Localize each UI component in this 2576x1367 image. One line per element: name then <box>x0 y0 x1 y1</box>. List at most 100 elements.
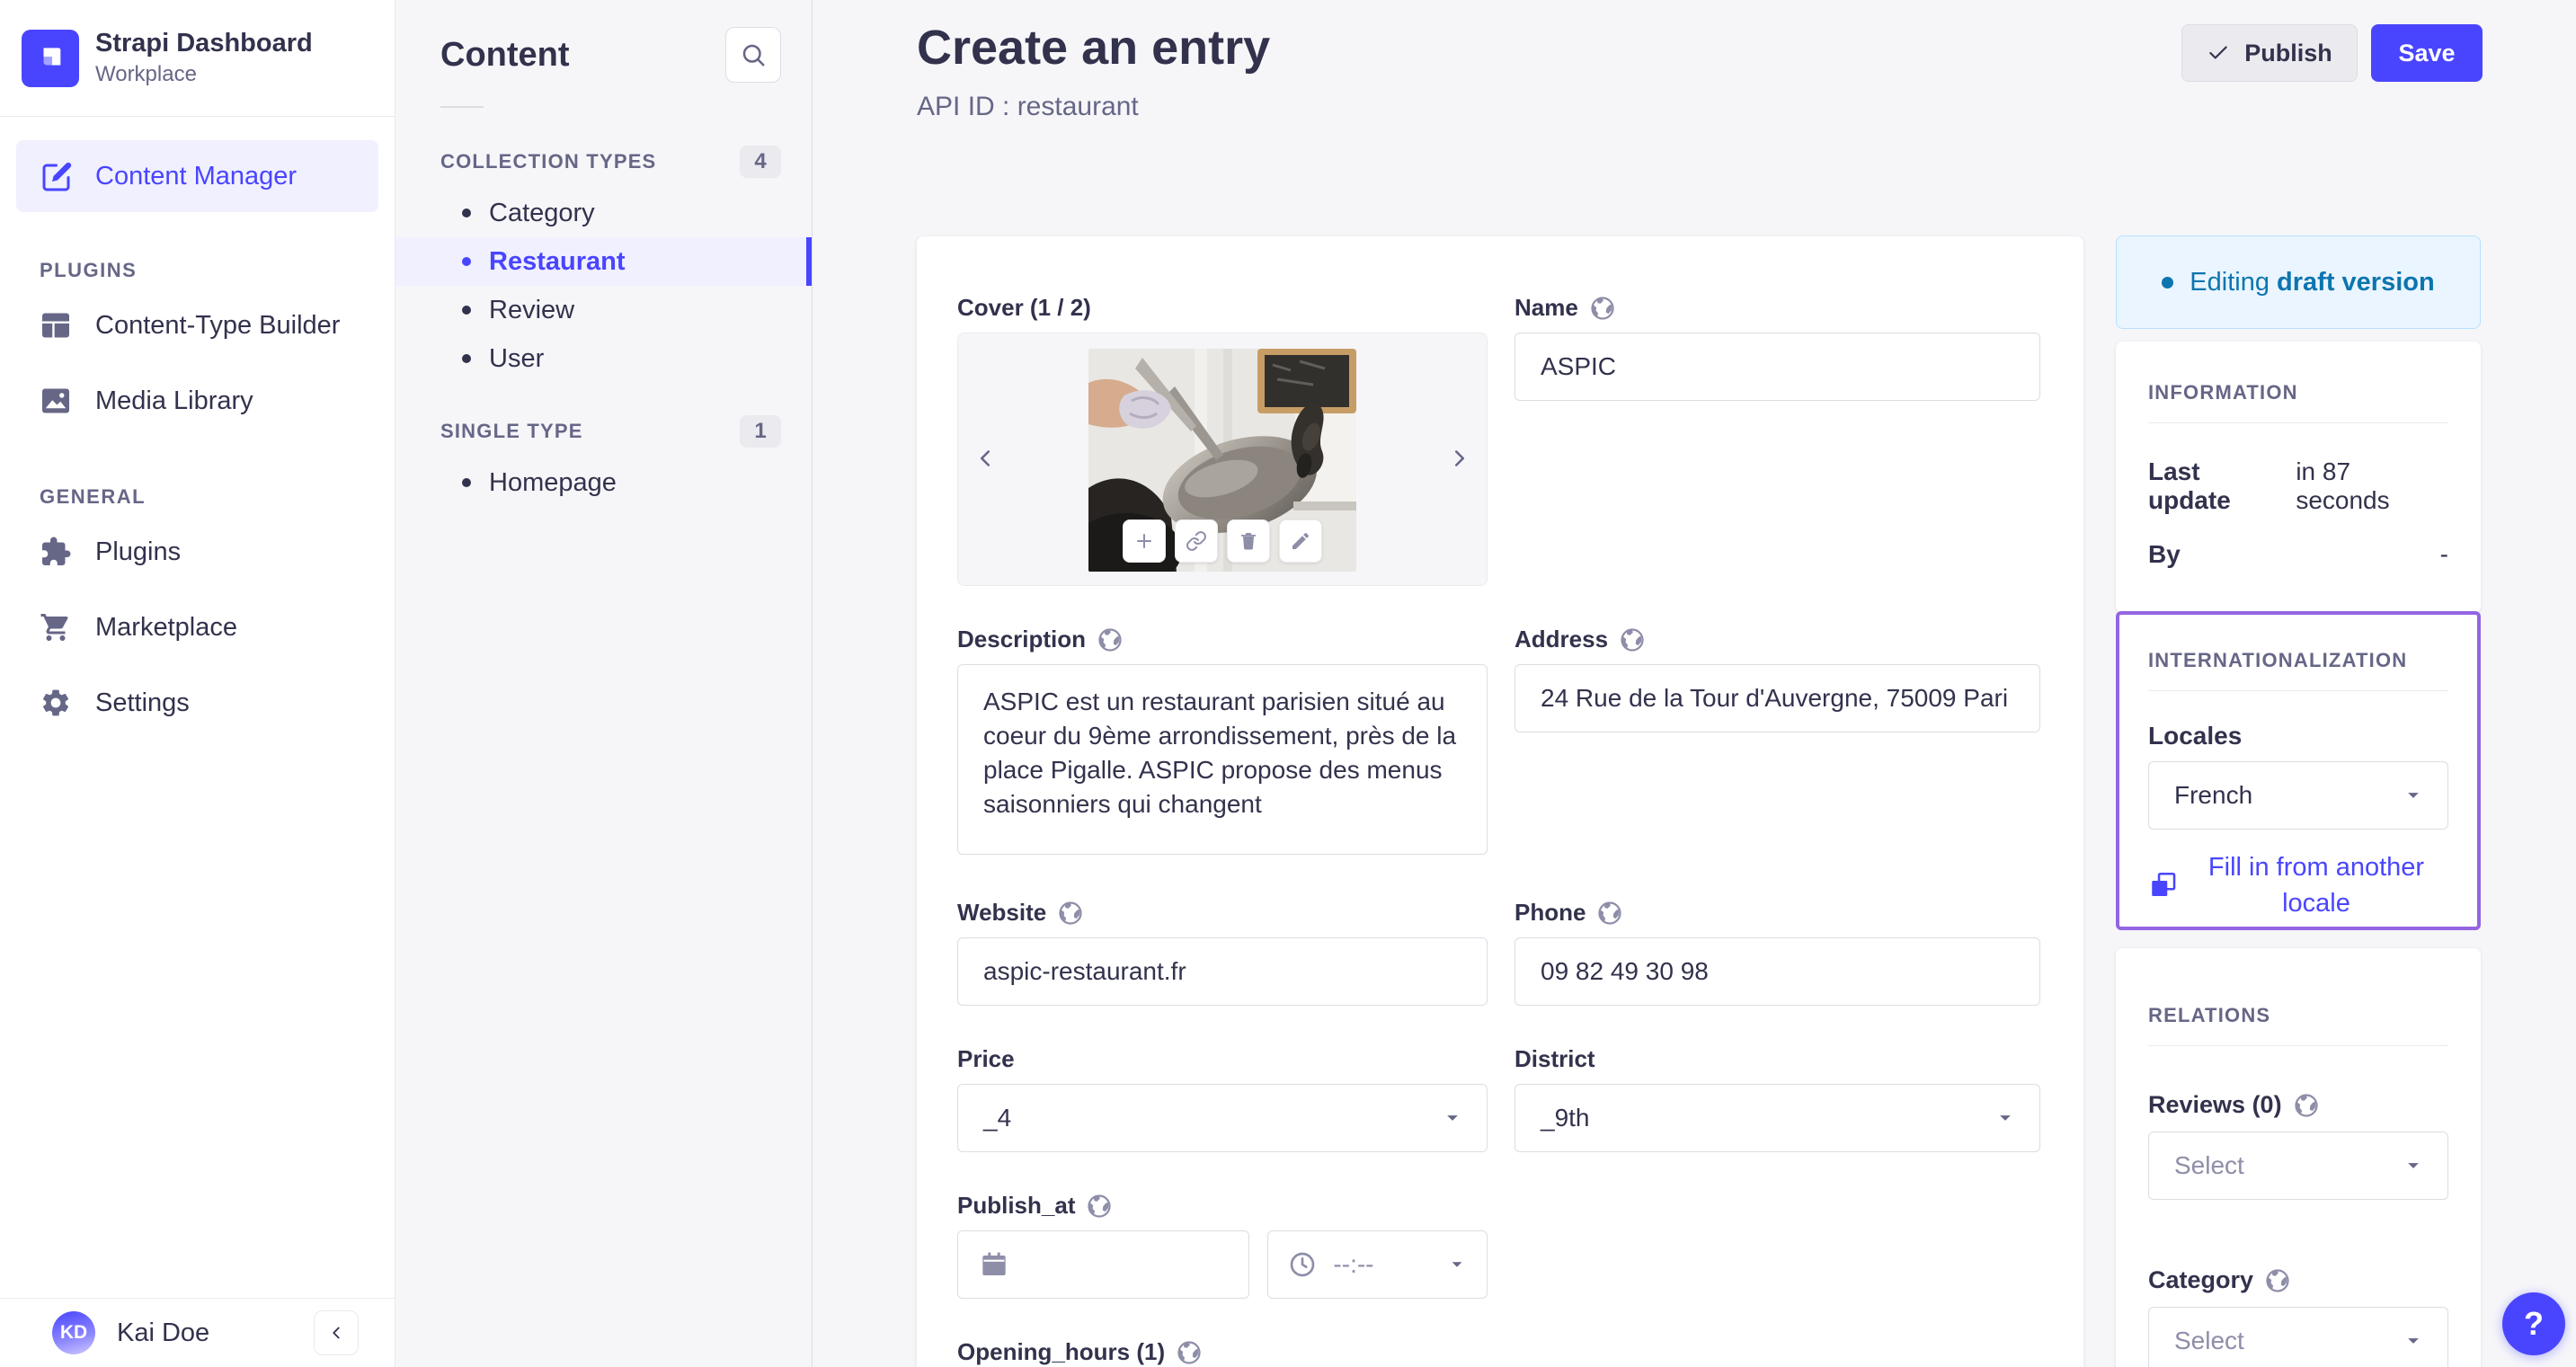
check-icon <box>2207 41 2230 65</box>
sidebar-item-label: Plugins <box>95 537 182 566</box>
pen-square-icon <box>41 160 74 192</box>
relations-card: RELATIONS Reviews (0) Select Category Se… <box>2116 948 2481 1367</box>
main-sidebar: Strapi Dashboard Workplace Content Manag… <box>0 0 395 1367</box>
chevron-down-icon <box>1993 1105 2018 1131</box>
sidebar-item-media-library[interactable]: Media Library <box>0 363 395 439</box>
sidebar-item-content-type-builder[interactable]: Content-Type Builder <box>0 288 395 363</box>
price-select[interactable]: _4 <box>957 1084 1488 1152</box>
globe-icon <box>1176 1339 1203 1366</box>
chevron-left-icon <box>972 445 999 472</box>
time-placeholder: --:-- <box>1333 1250 1374 1278</box>
status-dot <box>2162 276 2174 288</box>
sidebar-item-plugins[interactable]: Plugins <box>0 514 395 590</box>
reviews-label: Reviews (0) <box>2148 1091 2448 1119</box>
subnav-item-user[interactable]: User <box>395 334 812 383</box>
divider <box>2148 1045 2448 1046</box>
clock-icon <box>1288 1250 1317 1279</box>
internationalization-section: INTERNATIONALIZATION Locales French Fill… <box>2116 611 2481 930</box>
single-type-count-badge: 1 <box>740 415 781 448</box>
website-label: Website <box>957 899 1488 927</box>
category-select[interactable]: Select <box>2148 1307 2448 1367</box>
cover-field: Cover (1 / 2) <box>957 294 1488 586</box>
globe-icon <box>1057 900 1084 927</box>
sidebar-item-label: Marketplace <box>95 612 237 642</box>
chevron-left-icon <box>326 1323 346 1343</box>
link-icon <box>1186 530 1207 552</box>
locales-label: Locales <box>2148 722 2243 750</box>
phone-input[interactable] <box>1515 937 2040 1006</box>
sidebar-section-general: GENERAL <box>40 485 147 508</box>
user-menu[interactable]: KD Kai Doe <box>0 1298 395 1367</box>
publish-at-label: Publish_at <box>957 1192 1488 1220</box>
fill-from-locale-link[interactable]: Fill in from another locale <box>2148 849 2448 921</box>
copy-link-button[interactable] <box>1175 519 1218 563</box>
sidebar-item-settings[interactable]: Settings <box>0 665 395 741</box>
collection-types-header: COLLECTION TYPES <box>440 150 657 173</box>
locales-select[interactable]: French <box>2148 761 2448 830</box>
plus-icon <box>1133 530 1155 552</box>
address-input[interactable] <box>1515 664 2040 732</box>
district-field: District _9th <box>1515 1045 2040 1152</box>
collapse-sidebar-button[interactable] <box>314 1310 359 1355</box>
collection-types-list: Category Restaurant Review User <box>395 189 812 383</box>
empty-cell <box>1515 1338 2040 1367</box>
search-button[interactable] <box>725 27 781 83</box>
globe-icon <box>1619 626 1646 653</box>
name-label: Name <box>1515 294 2040 322</box>
user-name: Kai Doe <box>117 1318 210 1347</box>
internationalization-header: INTERNATIONALIZATION <box>2148 649 2408 671</box>
edit-asset-button[interactable] <box>1279 519 1322 563</box>
district-label: District <box>1515 1045 1595 1072</box>
carousel-next-button[interactable] <box>1440 439 1479 479</box>
publish-at-time-input[interactable]: --:-- <box>1267 1230 1488 1299</box>
layout-icon <box>40 309 72 342</box>
delete-asset-button[interactable] <box>1227 519 1270 563</box>
subnav-item-review[interactable]: Review <box>395 286 812 334</box>
strapi-admin-page: Strapi Dashboard Workplace Content Manag… <box>0 0 2576 1367</box>
phone-field: Phone <box>1515 899 2040 1006</box>
name-input[interactable] <box>1515 333 2040 401</box>
district-select[interactable]: _9th <box>1515 1084 2040 1152</box>
publish-at-date-input[interactable] <box>957 1230 1250 1299</box>
cover-label: Cover (1 / 2) <box>957 294 1091 321</box>
globe-icon <box>1596 900 1623 927</box>
add-asset-button[interactable] <box>1123 519 1166 563</box>
divider <box>2148 690 2448 691</box>
chevron-right-icon <box>1446 445 1473 472</box>
help-button[interactable]: ? <box>2502 1292 2565 1355</box>
chevron-down-icon <box>2401 1153 2426 1178</box>
sidebar-item-label: Media Library <box>95 386 253 415</box>
header-actions: Publish Save <box>2181 24 2483 82</box>
collection-types-count-badge: 4 <box>740 146 781 178</box>
subnav-item-restaurant[interactable]: Restaurant <box>395 237 812 286</box>
save-button[interactable]: Save <box>2371 24 2483 82</box>
description-textarea[interactable]: ASPIC est un restaurant parisien situé a… <box>957 664 1488 855</box>
carousel-previous-button[interactable] <box>965 439 1005 479</box>
sidebar-item-content-manager[interactable]: Content Manager <box>16 140 378 212</box>
workspace-brand[interactable]: Strapi Dashboard Workplace <box>0 0 395 117</box>
entry-form-card: Cover (1 / 2) Name ASPIC Description ASP… <box>917 236 2083 1367</box>
gear-icon <box>40 687 72 719</box>
website-input[interactable] <box>957 937 1488 1006</box>
information-card: INFORMATION Last update in 87 seconds By… <box>2116 342 2481 613</box>
category-label: Category <box>2148 1266 2448 1294</box>
website-field: Website <box>957 899 1488 1006</box>
globe-icon <box>1589 295 1616 322</box>
copy-icon <box>2148 870 2179 901</box>
sidebar-item-marketplace[interactable]: Marketplace <box>0 590 395 665</box>
description-field: Description ASPIC est un restaurant pari… <box>957 626 1488 859</box>
strapi-flag-icon <box>32 40 68 76</box>
publish-at-field: Publish_at --:-- <box>957 1192 1488 1299</box>
single-type-list: Homepage <box>395 458 812 507</box>
information-header: INFORMATION <box>2148 381 2298 404</box>
puzzle-icon <box>40 536 72 568</box>
name-field: Name <box>1515 294 2040 586</box>
single-type-header: SINGLE TYPE <box>440 420 583 442</box>
chevron-down-icon <box>1445 1253 1469 1276</box>
reviews-select[interactable]: Select <box>2148 1132 2448 1200</box>
publish-button[interactable]: Publish <box>2181 24 2358 82</box>
phone-label: Phone <box>1515 899 2040 927</box>
calendar-icon <box>980 1250 1008 1279</box>
subnav-item-category[interactable]: Category <box>395 189 812 237</box>
subnav-item-homepage[interactable]: Homepage <box>395 458 812 507</box>
